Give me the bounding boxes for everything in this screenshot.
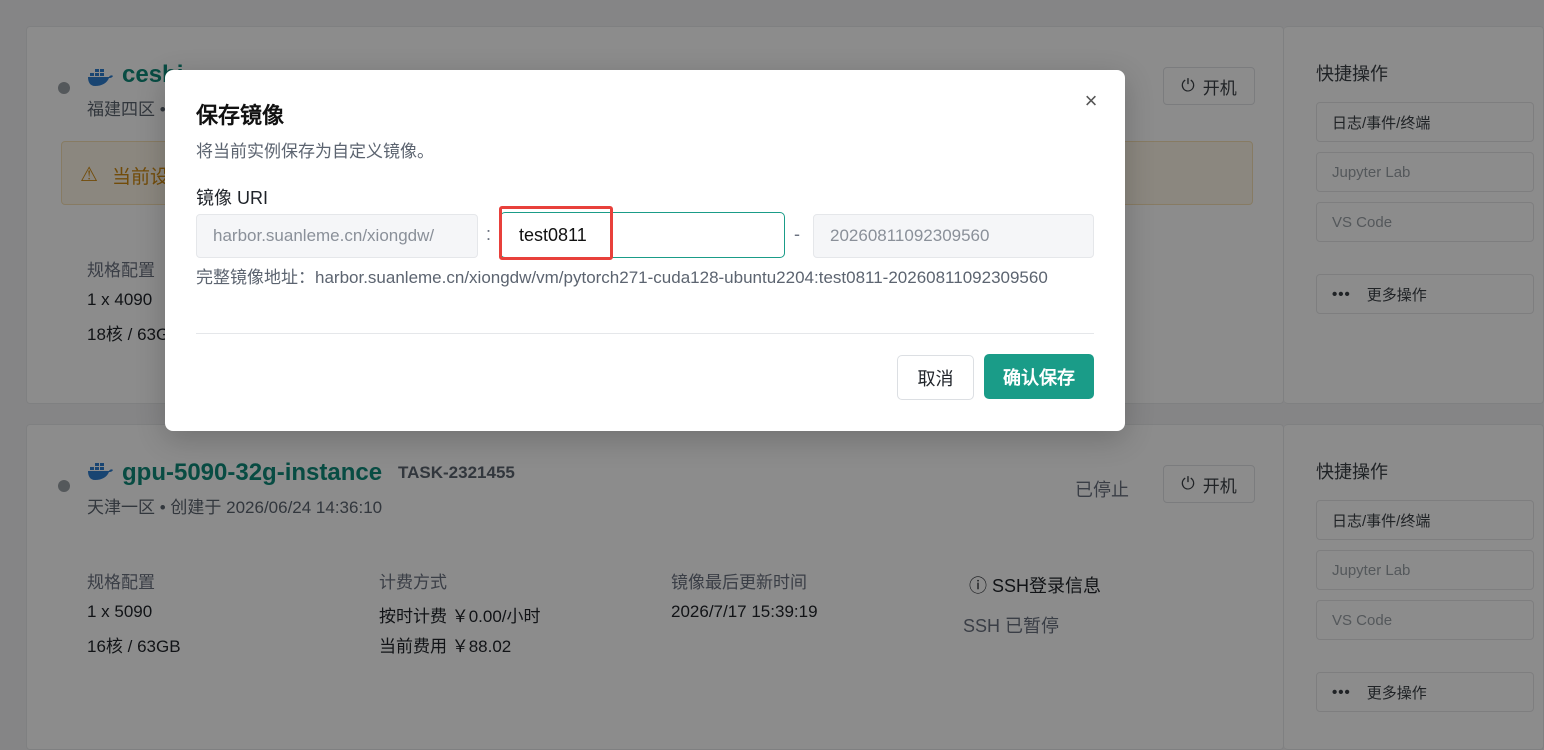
uri-suffix-field: 20260811092309560	[813, 214, 1094, 258]
save-image-dialog: 保存镜像 将当前实例保存为自定义镜像。 × 镜像 URI harbor.suan…	[165, 70, 1125, 431]
full-image-address: 完整镜像地址：harbor.suanleme.cn/xiongdw/vm/pyt…	[196, 268, 1048, 287]
uri-colon-separator: :	[486, 224, 492, 244]
close-icon[interactable]: ×	[1079, 90, 1103, 114]
uri-dash-separator: -	[794, 224, 800, 244]
uri-prefix-field: harbor.suanleme.cn/xiongdw/	[196, 214, 478, 258]
image-uri-label: 镜像 URI	[196, 188, 268, 208]
confirm-save-button[interactable]: 确认保存	[984, 354, 1094, 399]
dialog-divider	[196, 333, 1094, 334]
dialog-title: 保存镜像	[196, 103, 285, 128]
dialog-subtitle: 将当前实例保存为自定义镜像。	[196, 142, 434, 161]
cancel-button[interactable]: 取消	[897, 355, 974, 400]
image-tag-input[interactable]	[500, 212, 785, 258]
